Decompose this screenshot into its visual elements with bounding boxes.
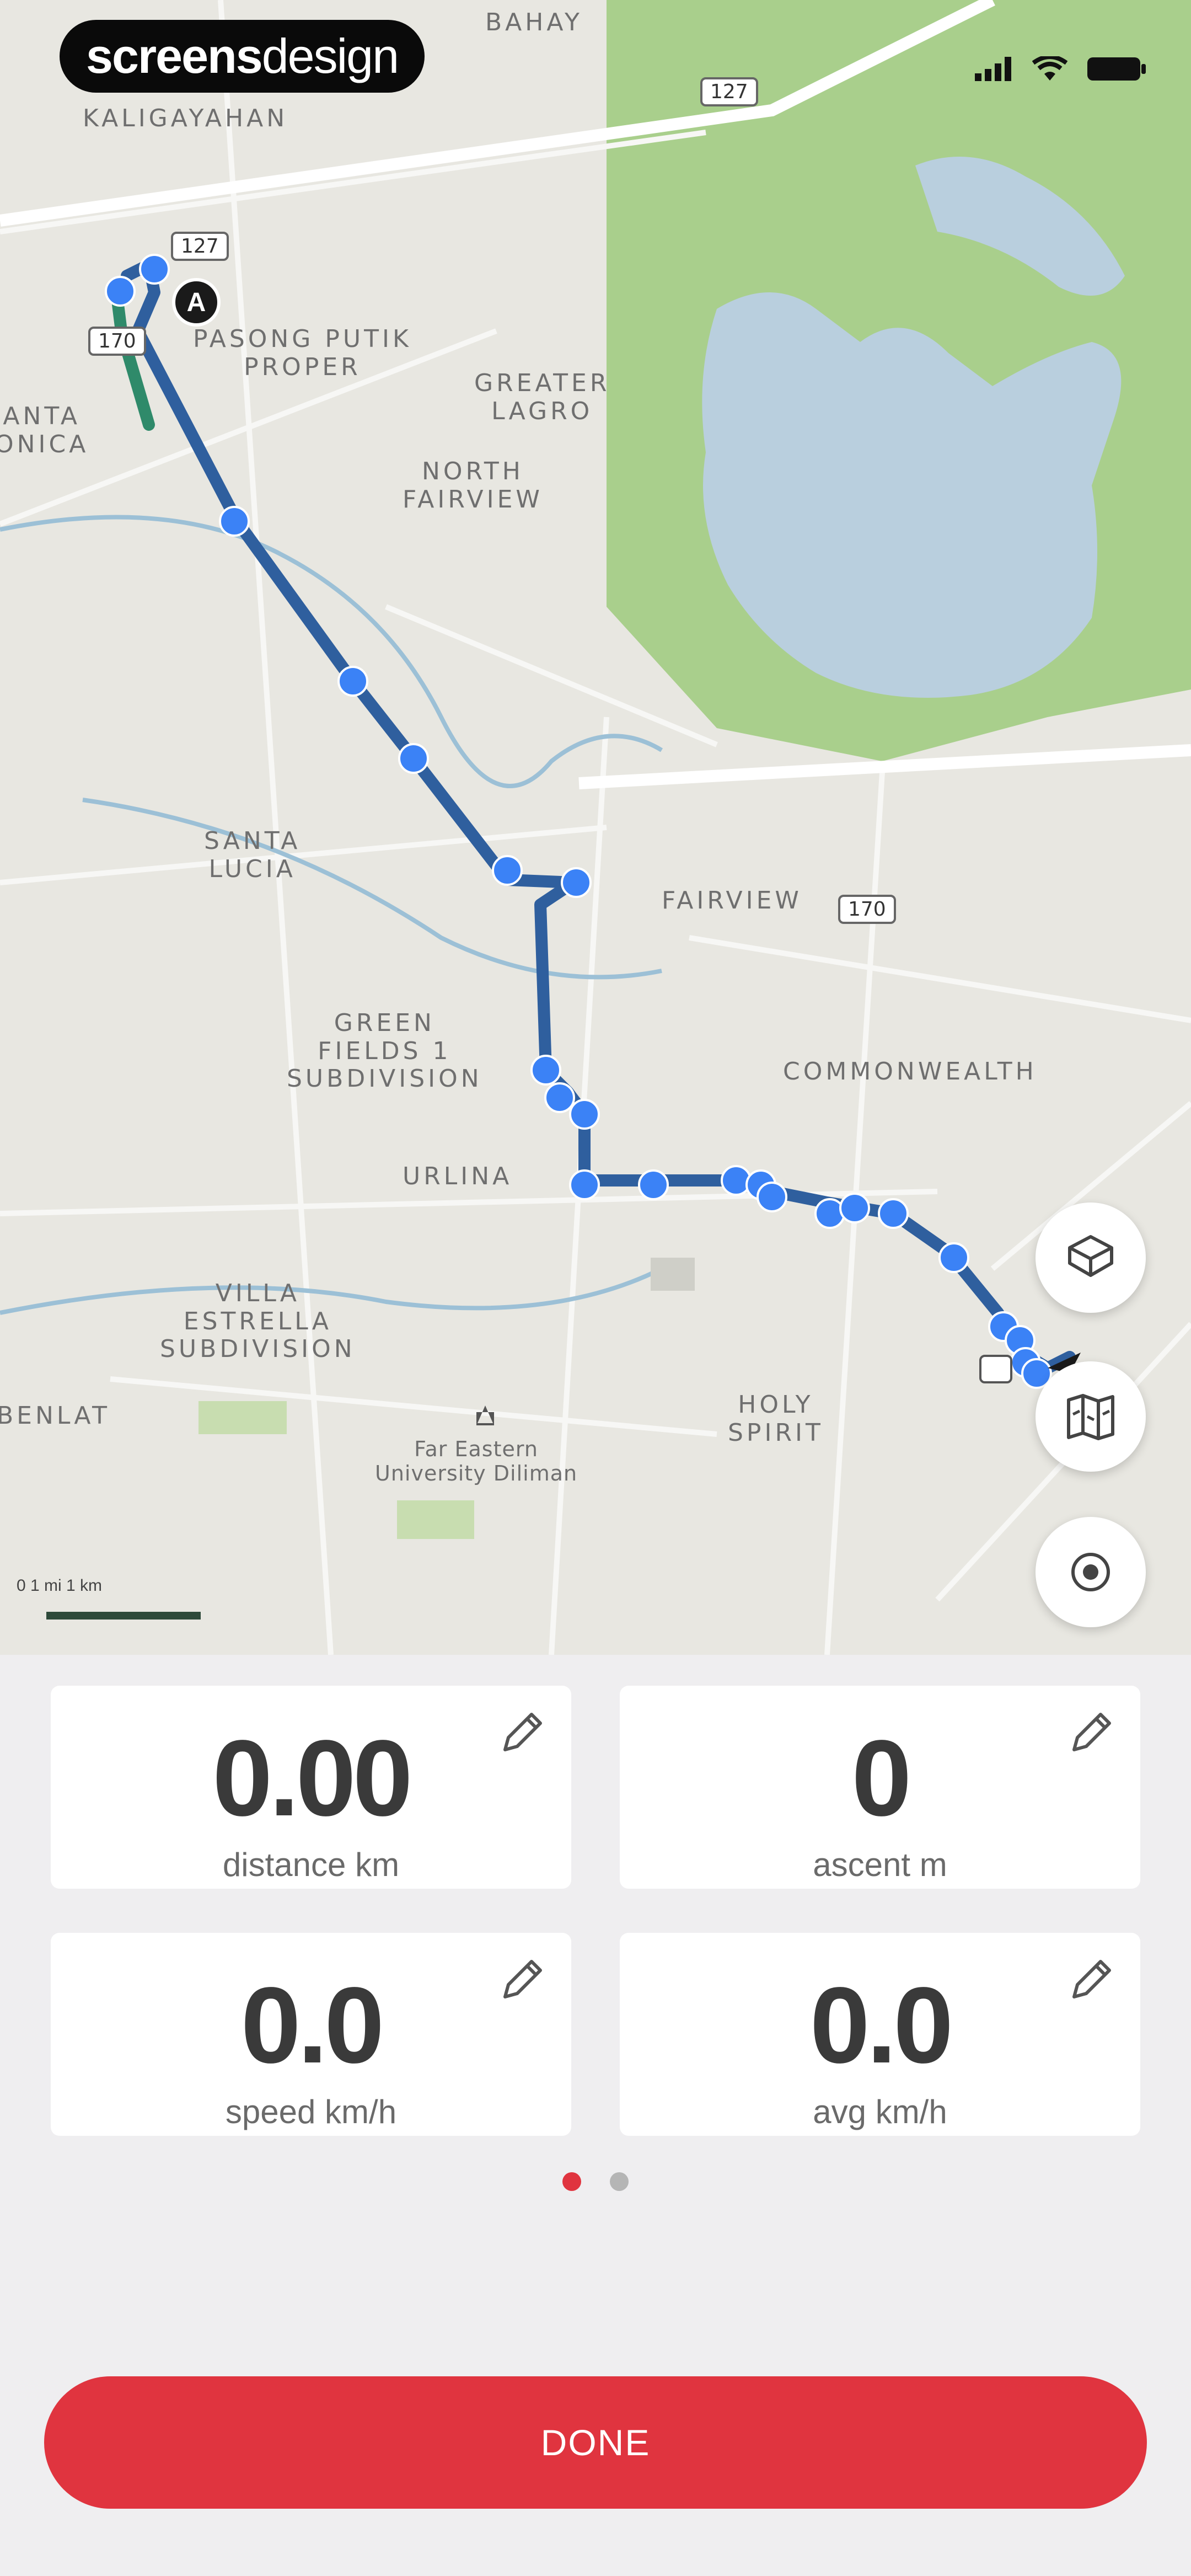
signal-icon <box>975 57 1011 81</box>
stat-label: distance km <box>222 1846 400 1883</box>
map-label-holy-spirit: HOLY SPIRIT <box>728 1391 824 1447</box>
map-label-green-fields: GREEN FIELDS 1 SUBDIVISION <box>287 1009 482 1093</box>
locate-button[interactable] <box>1036 1517 1146 1627</box>
pencil-icon[interactable] <box>1064 1707 1117 1760</box>
start-marker-label: A <box>186 287 206 317</box>
map-label-fairview: FAIRVIEW <box>662 886 802 915</box>
map-label-kaligayahan: KALIGAYAHAN <box>83 104 288 132</box>
locate-icon <box>1071 1553 1110 1591</box>
layers-icon <box>1068 1235 1113 1277</box>
stat-label: ascent m <box>813 1846 947 1883</box>
road-shield: 127 <box>700 77 758 106</box>
map-scale: 0 1 mi 1 km <box>17 1576 103 1595</box>
pencil-icon[interactable] <box>1064 1954 1117 2007</box>
watermark: screens design <box>60 20 425 93</box>
map-scale-bar <box>46 1612 201 1620</box>
stat-card-distance: 0.00 distance km <box>51 1686 571 1889</box>
map-label-anta-monica: ANTA ONICA <box>0 402 89 458</box>
map-label-urlina: URLINA <box>403 1162 513 1190</box>
stat-label: avg km/h <box>813 2093 947 2130</box>
watermark-bold: screens <box>86 29 263 83</box>
stat-label: speed km/h <box>225 2093 397 2130</box>
pencil-icon[interactable] <box>495 1954 548 2007</box>
map-label-greater-lagro: GREATER LAGRO <box>474 369 610 425</box>
pencil-icon[interactable] <box>495 1707 548 1760</box>
battery-icon <box>1087 57 1146 81</box>
stat-value: 0.00 <box>212 1718 412 1839</box>
page-dot-2[interactable] <box>610 2172 629 2191</box>
layers-button[interactable] <box>1036 1203 1146 1313</box>
stat-card-speed: 0.0 speed km/h <box>51 1933 571 2136</box>
road-shield: 170 <box>838 895 896 924</box>
page-dot-1[interactable] <box>562 2172 581 2191</box>
map-label-benlat: BENLAT <box>0 1402 110 1430</box>
road-shield: 127 <box>171 232 229 261</box>
status-bar <box>975 55 1147 83</box>
map-label-north-fairview: NORTH FAIRVIEW <box>403 457 543 514</box>
map-label-university: Far Eastern University Diliman <box>375 1437 578 1485</box>
stat-value: 0 <box>851 1718 911 1839</box>
page-indicator <box>0 2172 1191 2191</box>
stat-card-ascent: 0 ascent m <box>620 1686 1140 1889</box>
map-label-villa-estrella: VILLA ESTRELLA SUBDIVISION <box>160 1279 356 1364</box>
map-label-santa-lucia: SANTA LUCIA <box>204 827 301 883</box>
stat-value: 0.0 <box>240 1965 384 2086</box>
map-label-commonwealth: COMMONWEALTH <box>783 1057 1037 1086</box>
done-button[interactable]: DONE <box>44 2376 1147 2509</box>
wifi-icon <box>1032 56 1067 81</box>
road-shield: 170 <box>88 327 146 356</box>
map-label-bahay: BAHAY <box>485 8 583 36</box>
route-map[interactable]: A KALIGAYAHAN BAHAY PASONG PUTIK PROPER … <box>0 0 1191 1655</box>
map-label-pasong-putik: PASONG PUTIK PROPER <box>193 325 412 381</box>
stat-value: 0.0 <box>809 1965 953 2086</box>
map-icon <box>1067 1394 1114 1440</box>
map-style-button[interactable] <box>1036 1361 1146 1472</box>
watermark-light: design <box>261 29 399 83</box>
stat-card-avg-speed: 0.0 avg km/h <box>620 1933 1140 2136</box>
start-marker[interactable]: A <box>172 278 221 327</box>
